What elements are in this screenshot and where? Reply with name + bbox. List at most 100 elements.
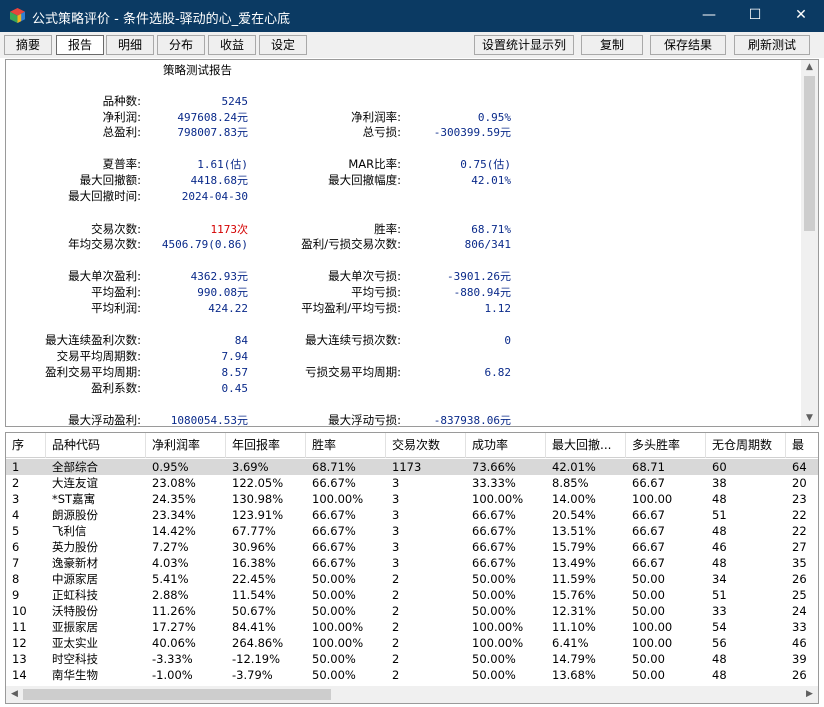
cell-net-profit-rate: 11.26%: [152, 604, 196, 618]
cell-long-win-rate: 68.71: [632, 460, 665, 474]
cell-flat-periods: 48: [712, 524, 727, 538]
tab-detail[interactable]: 明细: [106, 35, 154, 55]
cell-index: 9: [12, 588, 20, 602]
scroll-down-arrow-icon[interactable]: ▼: [801, 411, 818, 426]
report-panel[interactable]: 策略测试报告 品种数: 净利润: 总盈利: 夏普率: 最大回撤额: 最大回撤时间…: [5, 59, 819, 427]
stat-label: 平均盈利/平均亏损:: [301, 301, 401, 315]
cell-symbol: 大连友谊: [52, 476, 98, 490]
scroll-right-arrow-icon[interactable]: ▶: [801, 686, 818, 703]
table-row[interactable]: 7 逸豪新材 4.03% 16.38% 66.67% 3 66.67% 13.49% 66.67…: [6, 555, 818, 571]
stat-label: 平均盈利:: [91, 285, 141, 299]
cell-net-profit-rate: -1.00%: [152, 668, 193, 682]
cell-trades: 2: [392, 652, 400, 666]
table-row[interactable]: 1 全部综合 0.95% 3.69% 68.71% 1173 73.66% 42.01% 68.…: [6, 459, 818, 475]
report-vertical-scrollbar[interactable]: ▲ ▼: [801, 60, 818, 426]
cell-more: 26: [792, 572, 807, 586]
table-row[interactable]: 13 时空科技 -3.33% -12.19% 50.00% 2 50.00% 14.79% 50…: [6, 651, 818, 667]
cell-flat-periods: 33: [712, 604, 727, 618]
header-col-long-win-rate[interactable]: 多头胜率: [626, 433, 706, 458]
header-col-success-rate[interactable]: 成功率: [466, 433, 546, 458]
stat-value: 6.82: [484, 366, 512, 379]
stat-value: -3901.26元: [447, 270, 511, 283]
header-col-symbol[interactable]: 品种代码: [46, 433, 146, 458]
cell-index: 10: [12, 604, 27, 618]
cell-max-drawdown: 13.68%: [552, 668, 596, 682]
header-col-trades[interactable]: 交易次数: [386, 433, 466, 458]
save-results-button[interactable]: 保存结果: [650, 35, 726, 55]
cell-long-win-rate: 100.00: [632, 636, 673, 650]
header-col-max-drawdown[interactable]: 最大回撤...: [546, 433, 626, 458]
table-row[interactable]: 2 大连友谊 23.08% 122.05% 66.67% 3 33.33% 8.85% 66.6…: [6, 475, 818, 491]
cell-flat-periods: 60: [712, 460, 727, 474]
results-table[interactable]: 序品种代码 净利润率 年回报率 胜率 交易次数 成功率 最大回撤... 多头胜率 无仓周期数最 …: [5, 432, 819, 704]
close-button[interactable]: ✕: [778, 0, 824, 32]
table-row[interactable]: 9 正虹科技 2.88% 11.54% 50.00% 2 50.00% 15.76% 50.00…: [6, 587, 818, 603]
table-horizontal-scrollbar[interactable]: ◀ ▶: [6, 686, 818, 703]
header-col-flat-periods[interactable]: 无仓周期数: [706, 433, 786, 458]
cell-symbol: 全部综合: [52, 460, 98, 474]
table-row[interactable]: 12 亚太实业 40.06% 264.86% 100.00% 2 100.00% 6.41% 1…: [6, 635, 818, 651]
cell-max-drawdown: 13.51%: [552, 524, 596, 538]
cell-flat-periods: 46: [712, 540, 727, 554]
stat-label: 年均交易次数:: [68, 237, 141, 251]
stat-value: 0: [504, 334, 511, 347]
stat-label: 平均利润:: [91, 301, 141, 315]
cell-win-rate: 50.00%: [312, 668, 356, 682]
cell-trades: 3: [392, 540, 400, 554]
stat-value: 84: [234, 334, 248, 347]
table-row[interactable]: 8 中源家居 5.41% 22.45% 50.00% 2 50.00% 11.59% 50.00…: [6, 571, 818, 587]
cell-net-profit-rate: 4.03%: [152, 556, 189, 570]
table-row[interactable]: 11 亚振家居 17.27% 84.41% 100.00% 2 100.00% 11.10% 1…: [6, 619, 818, 635]
cell-success-rate: 100.00%: [472, 492, 524, 506]
cell-index: 13: [12, 652, 27, 666]
stat-label: 胜率:: [374, 222, 401, 236]
cell-more: 39: [792, 652, 807, 666]
cell-net-profit-rate: 7.27%: [152, 540, 189, 554]
table-row[interactable]: 6 英力股份 7.27% 30.96% 66.67% 3 66.67% 15.79% 66.67…: [6, 539, 818, 555]
cell-win-rate: 100.00%: [312, 620, 364, 634]
table-row[interactable]: 4 朗源股份 23.34% 123.91% 66.67% 3 66.67% 20.54% 66.…: [6, 507, 818, 523]
scroll-thumb[interactable]: [804, 76, 815, 231]
cell-trades: 2: [392, 588, 400, 602]
cell-annual-return: 123.91%: [232, 508, 284, 522]
header-col-annual-return[interactable]: 年回报率: [226, 433, 306, 458]
maximize-button[interactable]: ☐: [732, 0, 778, 32]
cell-net-profit-rate: 23.34%: [152, 508, 196, 522]
cell-net-profit-rate: 40.06%: [152, 636, 196, 650]
tab-distribution[interactable]: 分布: [157, 35, 205, 55]
stat-value: 0.75(估): [460, 158, 511, 171]
scroll-thumb[interactable]: [23, 689, 331, 700]
scroll-left-arrow-icon[interactable]: ◀: [6, 686, 23, 703]
set-columns-button[interactable]: 设置统计显示列: [474, 35, 574, 55]
header-col-more[interactable]: 最: [786, 433, 818, 458]
tab-summary[interactable]: 摘要: [4, 35, 52, 55]
table-row[interactable]: 5 飞利信 14.42% 67.77% 66.67% 3 66.67% 13.51% 66.67…: [6, 523, 818, 539]
table-row[interactable]: 3 *ST嘉寓 24.35% 130.98% 100.00% 3 100.00% 14.00%…: [6, 491, 818, 507]
toolbar: 摘要 报告 明细 分布 收益 设定 设置统计显示列 复制 保存结果 刷新测试: [0, 32, 824, 58]
stat-value: 4362.93元: [190, 270, 248, 283]
cell-long-win-rate: 50.00: [632, 588, 665, 602]
cell-win-rate: 50.00%: [312, 588, 356, 602]
header-col-net-profit-rate[interactable]: 净利润率: [146, 433, 226, 458]
stat-label: 最大连续亏损次数:: [305, 333, 401, 347]
copy-button[interactable]: 复制: [581, 35, 643, 55]
tab-returns[interactable]: 收益: [208, 35, 256, 55]
table-row[interactable]: 10 沃特股份 11.26% 50.67% 50.00% 2 50.00% 12.31% 50.…: [6, 603, 818, 619]
table-row[interactable]: 14 南华生物 -1.00% -3.79% 50.00% 2 50.00% 13.68% 50.…: [6, 667, 818, 683]
header-col-index[interactable]: 序: [6, 433, 46, 458]
cell-more: 25: [792, 588, 807, 602]
cell-win-rate: 100.00%: [312, 636, 364, 650]
tab-report[interactable]: 报告: [56, 35, 104, 55]
cell-max-drawdown: 8.85%: [552, 476, 589, 490]
stat-value: 4506.79(0.86): [161, 238, 248, 251]
stat-value: 990.08元: [197, 286, 248, 299]
scroll-up-arrow-icon[interactable]: ▲: [801, 60, 818, 75]
stat-label: 最大连续盈利次数:: [45, 333, 141, 347]
tab-settings[interactable]: 设定: [259, 35, 307, 55]
refresh-test-button[interactable]: 刷新测试: [734, 35, 810, 55]
stat-label: 品种数:: [102, 94, 141, 108]
cell-trades: 2: [392, 668, 400, 682]
minimize-button[interactable]: —: [686, 0, 732, 32]
cell-more: 22: [792, 508, 807, 522]
header-col-win-rate[interactable]: 胜率: [306, 433, 386, 458]
